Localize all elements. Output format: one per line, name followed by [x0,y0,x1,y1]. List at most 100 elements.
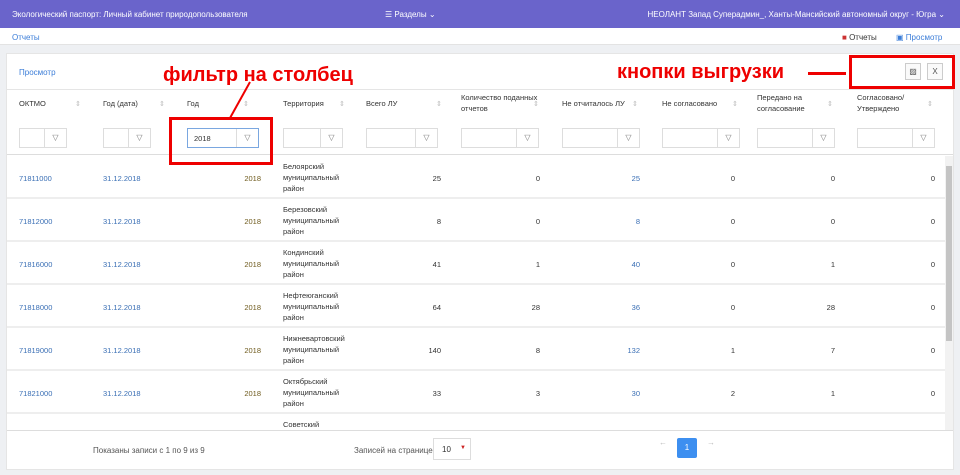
filter-annotation: фильтр на столбец [163,64,353,86]
cell-not_agreed: 0 [730,217,735,226]
prev-page-button[interactable]: ← [659,438,667,447]
reports-icon: ■ [842,33,847,42]
cell-submitted: 28 [531,303,540,312]
cell-year: 2018 [244,303,261,312]
per-page-value: 10 [442,445,451,454]
card-title: Просмотр [19,68,56,77]
cell-approved: 0 [930,174,935,183]
cell-sent: 0 [830,217,835,226]
table-row[interactable]: 71812000 31.12.2018 2018 Березовский муници… [7,199,945,242]
column-filter-input[interactable]: ▽ [857,128,935,148]
column-filter-input[interactable]: ▽ [103,128,151,148]
column-filter-input[interactable]: ▽ [366,128,438,148]
table-row[interactable]: 71816000 31.12.2018 2018 Кондинский муницип… [7,242,945,285]
column-filter-input[interactable]: ▽ [283,128,343,148]
per-page-select[interactable]: 10 ▼ [433,438,471,460]
cell-total: 33 [432,389,441,398]
cell-approved: 0 [930,260,935,269]
cell-year: 2018 [244,217,261,226]
reports-link[interactable]: ■ Отчеты [842,33,877,42]
cell-not_reported: 8 [635,217,640,226]
cell-sent: 1 [830,389,835,398]
column-header[interactable]: Не отчиталось ЛУ [562,98,632,109]
column-header[interactable]: Согласовано/ Утверждено [857,92,927,114]
cell-sent: 0 [830,174,835,183]
filter-icon[interactable]: ▽ [415,129,437,147]
cell-total: 8 [436,217,441,226]
column-filter-input[interactable]: ▽ [19,128,67,148]
user-menu[interactable]: НЕОЛАНТ Запад Суперадмин_, Ханты-Мансийс… [647,10,945,19]
table-row[interactable]: 71819000 31.12.2018 2018 Нижневартовский му… [7,328,945,371]
cell-submitted: 1 [535,260,540,269]
cell-oktmo: 71816000 [19,260,53,269]
cell-date: 31.12.2018 [103,389,141,398]
cell-not_reported: 132 [627,346,640,355]
filter-icon[interactable]: ▽ [912,129,934,147]
sort-icon[interactable]: ⇕ [927,100,933,108]
table-row[interactable]: 71818000 31.12.2018 2018 Нефтеюганский муни… [7,285,945,328]
scrollbar[interactable] [945,156,953,430]
cell-total: 140 [428,346,441,355]
reports-label: Отчеты [849,33,877,42]
cell-approved: 0 [930,346,935,355]
filter-icon[interactable]: ▽ [812,129,834,147]
column-header[interactable]: Передано на согласование [757,92,827,114]
cell-not_agreed: 0 [730,260,735,269]
table-header: ОКТМО ⇕ ▽ Год (дата) ⇕ ▽ Год ⇕ 2018 ▽ Территория ⇕ ▽… [7,89,953,155]
cell-year: 2018 [244,260,261,269]
cell-territory: Березовский муниципальный район [283,205,340,236]
page-button-1[interactable]: 1 [677,438,697,458]
table-body: 71811000 31.12.2018 2018 Белоярский муницип… [7,156,945,430]
cell-approved: 0 [930,389,935,398]
cell-territory: Нефтеюганский муниципальный район [283,291,340,322]
column-filter-input[interactable]: ▽ [757,128,835,148]
column-filter-input[interactable]: ▽ [461,128,539,148]
cell-date: 31.12.2018 [103,303,141,312]
sort-icon[interactable]: ⇕ [827,100,833,108]
sort-icon[interactable]: ⇕ [75,100,81,108]
next-page-button[interactable]: → [707,438,715,447]
cell-not_reported: 30 [631,389,640,398]
filter-icon[interactable]: ▽ [320,129,342,147]
sort-icon[interactable]: ⇕ [436,100,442,108]
cell-submitted: 8 [535,346,540,355]
sort-icon[interactable]: ⇕ [732,100,738,108]
column-filter-input[interactable]: ▽ [562,128,640,148]
cell-date: 31.12.2018 [103,174,141,183]
cell-oktmo: 71819000 [19,346,53,355]
sort-icon[interactable]: ⇕ [632,100,638,108]
table-row[interactable]: 71811000 31.12.2018 2018 Белоярский муницип… [7,156,945,199]
column-header[interactable]: Количество поданных отчетов [461,92,541,114]
cell-submitted: 0 [535,174,540,183]
cell-not_reported: 40 [631,260,640,269]
sort-icon[interactable]: ⇕ [533,100,539,108]
breadcrumb[interactable]: Отчеты [12,33,40,42]
app-title[interactable]: Экологический паспорт: Личный кабинет пр… [12,10,248,19]
filter-icon[interactable]: ▽ [717,129,739,147]
cell-date: 31.12.2018 [103,217,141,226]
filter-icon[interactable]: ▽ [516,129,538,147]
column-header[interactable]: Не согласовано [662,98,732,109]
filter-icon[interactable]: ▽ [44,129,66,147]
filter-icon[interactable]: ▽ [617,129,639,147]
view-link[interactable]: ▣ Просмотр [896,33,942,42]
table-row[interactable]: Советский [7,414,945,430]
cell-sent: 28 [826,303,835,312]
filter-icon[interactable]: ▽ [128,129,150,147]
sort-icon[interactable]: ⇕ [159,100,165,108]
cell-oktmo: 71818000 [19,303,53,312]
cell-total: 64 [432,303,441,312]
column-filter-input[interactable]: ▽ [662,128,740,148]
cell-total: 25 [432,174,441,183]
cell-territory: Октябрьский муниципальный район [283,377,340,408]
sort-icon[interactable]: ⇕ [339,100,345,108]
cell-year: 2018 [244,346,261,355]
table-row[interactable]: 71821000 31.12.2018 2018 Октябрьский муници… [7,371,945,414]
column-header[interactable]: Всего ЛУ [366,98,436,109]
export-annotation-box [849,55,955,89]
cell-total: 41 [432,260,441,269]
cell-approved: 0 [930,217,935,226]
annotation-line [808,72,846,75]
sections-menu[interactable]: ☰ Разделы ⌄ [385,10,436,19]
scrollbar-thumb[interactable] [946,166,952,341]
